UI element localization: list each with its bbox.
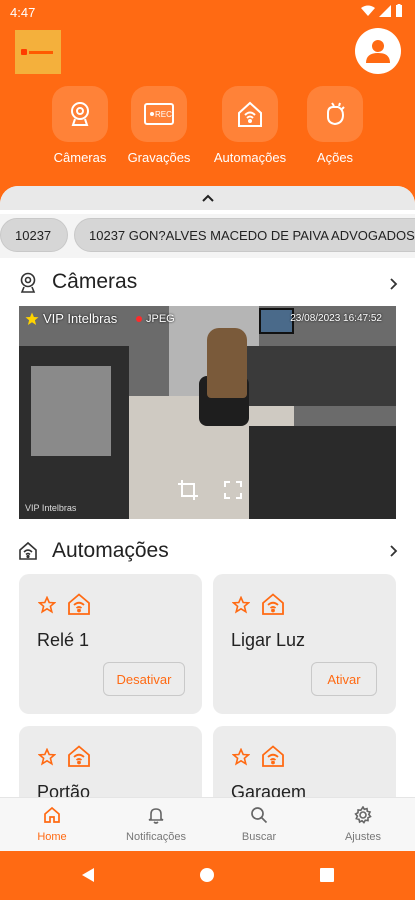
- collapse-handle[interactable]: [0, 186, 415, 210]
- hand-tap-icon: [327, 102, 345, 126]
- battery-icon: [396, 4, 402, 17]
- chip-site-code[interactable]: 10237: [0, 218, 68, 252]
- status-time: 4:47: [10, 5, 36, 20]
- smart-home-icon: [262, 593, 284, 615]
- user-icon: [366, 40, 390, 63]
- star-outline-icon[interactable]: [38, 596, 56, 614]
- webcam-icon: [71, 102, 89, 126]
- site-chips: 10237 10237 GON?ALVES MACEDO DE PAIVA AD…: [0, 214, 415, 258]
- system-navigation-bar: [0, 851, 415, 900]
- smart-home-icon: [68, 745, 90, 767]
- star-outline-icon[interactable]: [232, 748, 250, 766]
- smart-home-icon: [68, 593, 90, 615]
- action-cameras[interactable]: Câmeras: [35, 86, 125, 165]
- fullscreen-icon[interactable]: [222, 479, 244, 501]
- nav-settings[interactable]: Ajustes: [323, 805, 403, 843]
- status-bar: 4:47: [0, 0, 415, 26]
- signal-icon: [379, 4, 391, 17]
- automations-section-header[interactable]: Automações: [18, 539, 169, 563]
- smart-home-icon: [262, 745, 284, 767]
- bell-icon: [148, 808, 164, 824]
- smart-home-icon: [238, 101, 262, 127]
- action-recordings[interactable]: REC Gravações: [114, 86, 204, 165]
- camera-feed[interactable]: VIP Intelbras JPEG 23/08/2023 16:47:52 V…: [19, 306, 396, 519]
- chevron-right-icon[interactable]: [387, 545, 399, 557]
- nav-search[interactable]: Buscar: [219, 806, 299, 843]
- quick-actions: Câmeras REC Gravações Automações Ações: [0, 86, 415, 176]
- automation-name: Relé 1: [37, 630, 90, 650]
- content-sheet: 10237 10237 GON?ALVES MACEDO DE PAIVA AD…: [0, 186, 415, 798]
- bottom-navigation: Home Notificações Buscar Ajustes: [0, 797, 415, 851]
- wifi-icon: [361, 5, 375, 16]
- cameras-section-title: Câmeras: [52, 270, 138, 293]
- camera-timestamp: 23/08/2023 16:47:52: [290, 313, 382, 324]
- automation-card[interactable]: Ligar Luz Ativar: [213, 574, 396, 714]
- action-actions[interactable]: Ações: [290, 86, 380, 165]
- automation-name: Portão: [37, 782, 91, 798]
- star-outline-icon[interactable]: [38, 748, 56, 766]
- automation-name: Garagem: [231, 782, 307, 798]
- deactivate-button[interactable]: Desativar: [103, 662, 185, 696]
- profile-button[interactable]: [355, 28, 401, 74]
- chip-site-name[interactable]: 10237 GON?ALVES MACEDO DE PAIVA ADVOGADO…: [74, 218, 415, 252]
- status-icons: [361, 4, 403, 17]
- automation-card[interactable]: Portão: [19, 726, 202, 798]
- recents-icon[interactable]: [319, 867, 335, 883]
- smart-home-icon: [19, 541, 37, 560]
- stream-format: JPEG: [136, 313, 175, 325]
- automations-section-title: Automações: [52, 539, 169, 562]
- crop-icon[interactable]: [177, 479, 199, 501]
- search-icon: [251, 807, 268, 824]
- automation-name: Ligar Luz: [231, 630, 306, 650]
- company-logo: [15, 30, 61, 74]
- automation-card[interactable]: Relé 1 Desativar: [19, 574, 202, 714]
- nav-home[interactable]: Home: [12, 806, 92, 843]
- rec-icon: REC: [144, 103, 174, 125]
- camera-name: VIP Intelbras: [25, 311, 117, 326]
- nav-notifications[interactable]: Notificações: [116, 806, 196, 843]
- star-filled-icon: [25, 312, 39, 325]
- cameras-section-header[interactable]: Câmeras: [18, 270, 137, 294]
- home-icon: [44, 806, 60, 823]
- star-outline-icon[interactable]: [232, 596, 250, 614]
- chevron-up-icon: [201, 194, 214, 202]
- action-automations[interactable]: Automações: [205, 86, 295, 165]
- automation-card[interactable]: Garagem: [213, 726, 396, 798]
- activate-button[interactable]: Ativar: [311, 662, 377, 696]
- webcam-icon: [20, 272, 36, 293]
- svg-text:REC: REC: [155, 110, 172, 119]
- back-icon[interactable]: [80, 867, 96, 883]
- chevron-right-icon[interactable]: [387, 278, 399, 290]
- gear-icon: [354, 805, 372, 824]
- home-circle-icon[interactable]: [199, 867, 215, 883]
- camera-watermark: VIP Intelbras: [25, 503, 77, 513]
